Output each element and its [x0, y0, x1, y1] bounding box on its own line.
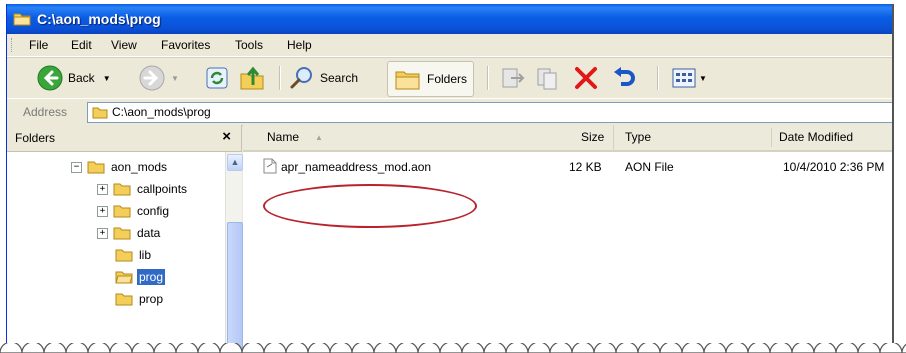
file-icon	[263, 158, 277, 174]
folder-icon	[113, 205, 131, 218]
undo-icon	[614, 67, 635, 86]
folder-icon	[115, 293, 133, 306]
folder-icon	[113, 227, 131, 240]
scroll-thumb[interactable]	[227, 222, 243, 353]
file-row[interactable]: apr_nameaddress_mod.aon 12 KB AON File 1…	[243, 158, 893, 176]
column-size-label[interactable]: Size	[581, 125, 604, 150]
folders-icon	[395, 71, 420, 90]
column-headers: Name ▲ Size Type Date Modified	[243, 125, 893, 152]
standard-toolbar: Back ▼ ▼ Search Folders ▼	[7, 57, 893, 98]
window-title: C:\aon_mods\prog	[37, 11, 161, 27]
folder-icon	[92, 107, 108, 119]
tree-item-prop[interactable]: prop	[115, 289, 165, 309]
undo-button[interactable]	[611, 63, 637, 93]
folders-pane-title: Folders	[15, 131, 56, 145]
copy-to-button[interactable]	[535, 63, 561, 93]
address-bar: Address C:\aon_mods\prog	[7, 98, 893, 126]
tree-item-lib[interactable]: lib	[115, 245, 153, 265]
column-name[interactable]: Name ▲	[243, 125, 614, 150]
folder-window-icon	[13, 13, 31, 26]
tree-item-label: config	[137, 204, 170, 218]
expand-icon[interactable]: +	[97, 183, 108, 195]
open-folder-icon	[115, 271, 133, 284]
tree-item-callpoints[interactable]: + callpoints	[97, 179, 189, 199]
move-to-button[interactable]	[499, 63, 525, 93]
tree-item-label: data	[137, 226, 161, 240]
torn-edge	[892, 4, 900, 353]
refresh-icon	[206, 67, 228, 89]
search-button[interactable]: Search	[289, 63, 358, 93]
column-name-label: Name	[267, 130, 300, 144]
close-icon[interactable]: ×	[222, 128, 231, 145]
sort-ascending-icon: ▲	[315, 133, 323, 142]
up-folder-button[interactable]	[205, 63, 229, 93]
menu-tools[interactable]: Tools	[235, 38, 263, 52]
tree-item-label: prop	[139, 292, 164, 306]
back-button[interactable]: Back ▼	[37, 63, 111, 93]
explorer-window: C:\aon_mods\prog File Edit View Favorite…	[6, 4, 893, 353]
search-icon	[290, 67, 312, 89]
views-icon	[672, 68, 696, 88]
folder-icon	[115, 249, 133, 262]
back-label: Back	[68, 71, 95, 85]
column-modified-label[interactable]: Date Modified	[779, 125, 853, 150]
copy-to-icon	[537, 68, 557, 90]
tree-item-label: lib	[139, 248, 152, 262]
file-type: AON File	[625, 160, 674, 174]
menu-favorites[interactable]: Favorites	[161, 38, 210, 52]
menu-file[interactable]: File	[29, 38, 48, 52]
tree-item-label: aon_mods	[111, 160, 168, 174]
file-size: 12 KB	[569, 160, 602, 174]
scroll-up-icon[interactable]: ▲	[227, 154, 243, 171]
title-bar[interactable]: C:\aon_mods\prog	[7, 4, 893, 34]
views-button[interactable]: ▼	[671, 63, 707, 93]
address-label: Address	[23, 105, 68, 119]
folder-up-icon	[240, 66, 264, 90]
column-type-label[interactable]: Type	[625, 125, 651, 150]
tree-item-data[interactable]: + data	[97, 223, 162, 243]
expand-icon[interactable]: +	[97, 205, 108, 217]
back-arrow-icon	[37, 65, 63, 91]
file-list-pane: Name ▲ Size Type Date Modified apr_namea…	[243, 125, 893, 353]
delete-button[interactable]	[573, 63, 599, 93]
search-label: Search	[320, 71, 359, 85]
move-to-icon	[502, 68, 525, 88]
menu-edit[interactable]: Edit	[71, 38, 92, 52]
folders-label: Folders	[427, 72, 468, 86]
folders-pane: Folders × − aon_mods + callpoints + conf…	[7, 125, 243, 353]
address-field[interactable]: C:\aon_mods\prog	[87, 102, 893, 123]
forward-dropdown-icon[interactable]: ▼	[171, 74, 179, 83]
tree-item-config[interactable]: + config	[97, 201, 171, 221]
views-dropdown-icon[interactable]: ▼	[699, 74, 707, 83]
forward-arrow-icon	[139, 65, 165, 91]
tree-item-prog[interactable]: prog	[115, 267, 166, 287]
tree-item-label: callpoints	[137, 182, 188, 196]
folders-button[interactable]: Folders	[387, 61, 475, 97]
expand-icon[interactable]: +	[97, 227, 108, 239]
tree-item-aon-mods[interactable]: − aon_mods	[71, 157, 169, 177]
collapse-icon[interactable]: −	[71, 161, 82, 173]
menu-view[interactable]: View	[111, 38, 137, 52]
menu-bar: File Edit View Favorites Tools Help	[7, 34, 893, 57]
folder-icon	[113, 183, 131, 196]
forward-button[interactable]: ▼	[139, 63, 179, 93]
menu-help[interactable]: Help	[287, 38, 312, 52]
delete-x-icon	[575, 67, 597, 89]
file-name: apr_nameaddress_mod.aon	[281, 160, 432, 174]
torn-bottom-edge	[0, 343, 906, 353]
folder-icon	[87, 161, 105, 174]
folder-tree: − aon_mods + callpoints + config + data	[7, 152, 225, 353]
up-button[interactable]	[239, 63, 267, 93]
folders-scrollbar[interactable]: ▲	[225, 152, 243, 353]
highlight-ellipse	[263, 184, 477, 228]
address-value: C:\aon_mods\prog	[112, 105, 211, 119]
folders-pane-header: Folders ×	[7, 125, 241, 152]
file-modified: 10/4/2010 2:36 PM	[783, 160, 885, 174]
tree-item-label: prog	[137, 269, 166, 285]
menu-grip	[11, 38, 15, 52]
back-dropdown-icon[interactable]: ▼	[103, 74, 111, 83]
